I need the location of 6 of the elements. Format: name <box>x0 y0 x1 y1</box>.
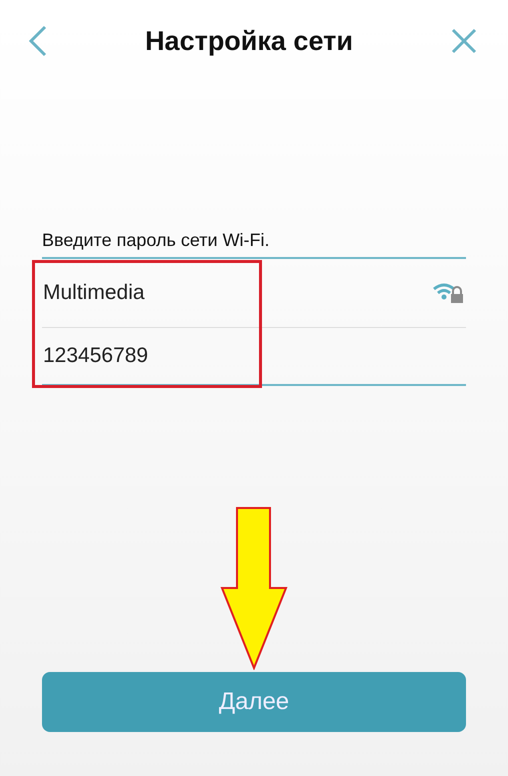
instruction-text: Введите пароль сети Wi-Fi. <box>42 230 466 259</box>
password-field[interactable]: 123456789 <box>42 328 466 386</box>
screen-title: Настройка сети <box>145 26 353 56</box>
back-icon[interactable] <box>28 24 48 58</box>
network-field[interactable]: Multimedia <box>42 259 466 328</box>
close-icon[interactable] <box>450 27 478 55</box>
